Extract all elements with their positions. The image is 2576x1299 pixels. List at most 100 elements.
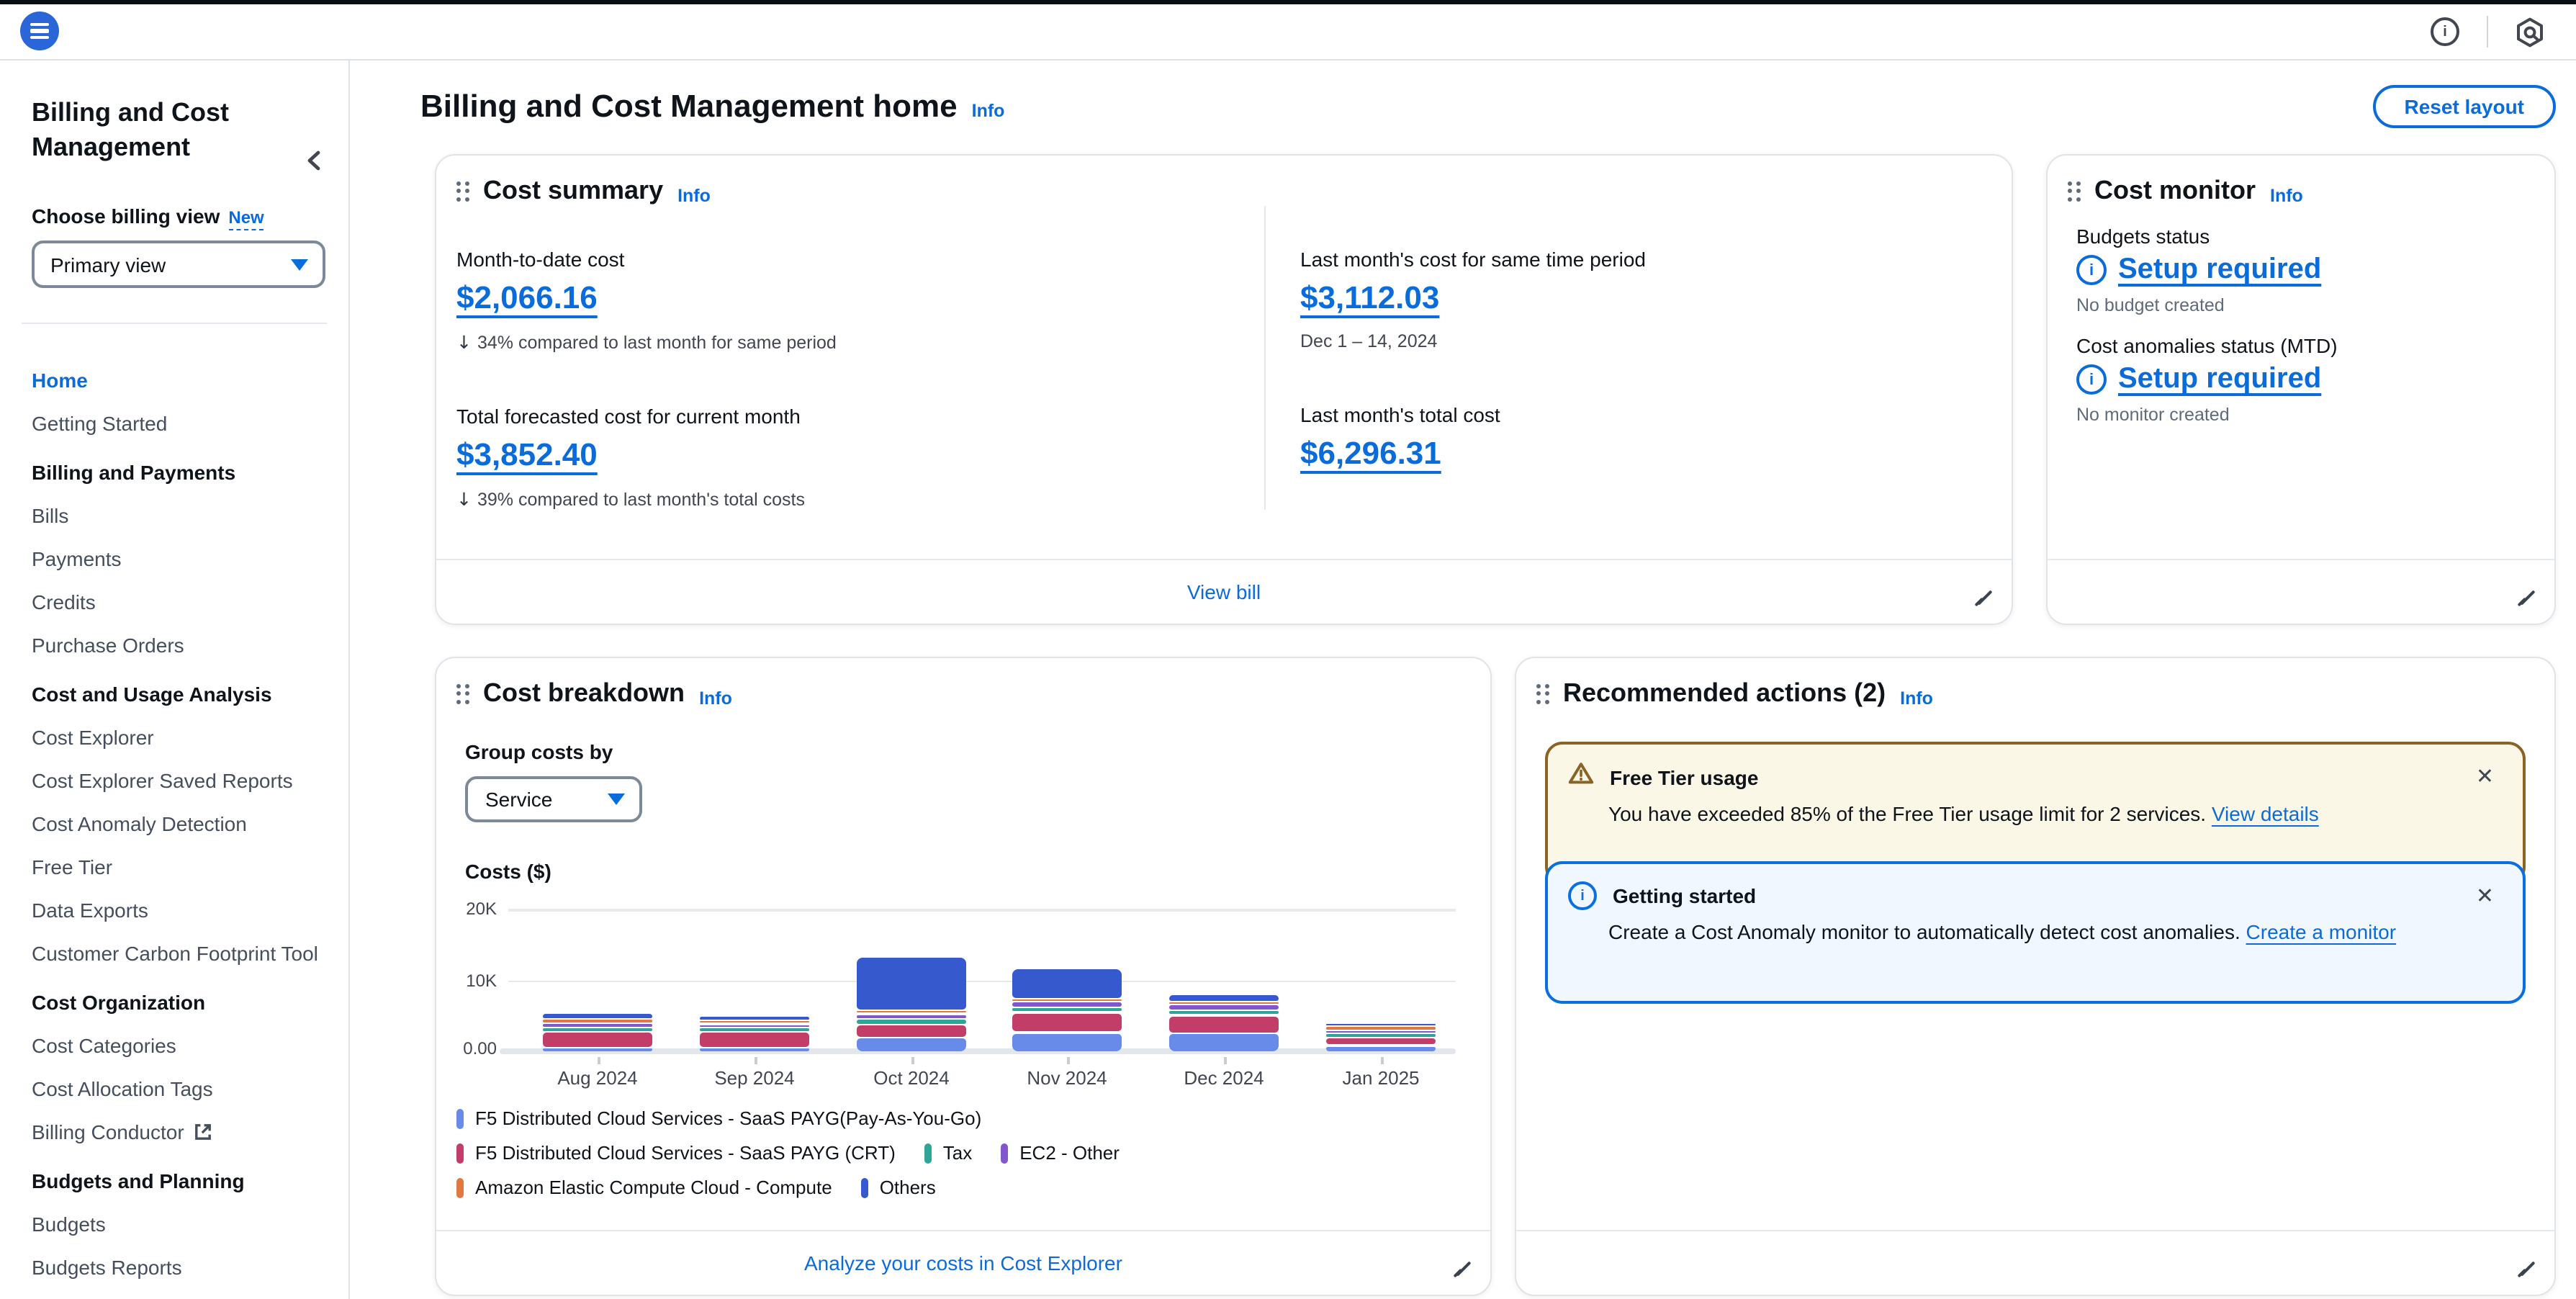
info-alert: iGetting startedCreate a Cost Anomaly mo… [1545,861,2526,1004]
analyze-costs-link[interactable]: Analyze your costs in Cost Explorer [804,1251,1122,1275]
x-tick-label: Oct 2024 [847,1067,976,1089]
y-tick-label: 20K [436,899,497,919]
anomalies-setup-required-link[interactable]: Setup required [2118,363,2321,396]
gridline-20K [508,909,1456,911]
close-icon[interactable]: ✕ [2467,881,2503,910]
segment [857,1015,966,1017]
sidebar-item-data-exports[interactable]: Data Exports [32,889,325,932]
caret-down-icon [291,259,308,270]
sidebar-item-budgets-reports[interactable]: Budgets Reports [32,1246,325,1289]
reset-layout-button[interactable]: Reset layout [2373,85,2557,128]
page-info-link[interactable]: Info [972,101,1005,121]
assistant-icon[interactable] [2516,17,2544,47]
segment [1326,1046,1436,1051]
bar-oct-2024[interactable] [857,957,966,1051]
bar-dec-2024[interactable] [1169,996,1279,1051]
sidebar-item-purchase-orders[interactable]: Purchase Orders [32,624,325,667]
y-tick-label: 0.00 [436,1038,497,1058]
segment [857,957,966,1009]
close-icon[interactable]: ✕ [2467,762,2503,791]
sidebar-item-budgets[interactable]: Budgets [32,1203,325,1246]
legend-item[interactable]: F5 Distributed Cloud Services - SaaS PAY… [456,1107,981,1129]
x-tick [1224,1057,1226,1064]
screen: i Billing and Cost Management [0,0,2576,1299]
down-arrow-icon: ↓ [456,331,472,353]
cost-breakdown-card: Cost breakdown Info Group costs by Servi… [435,657,1492,1296]
sidebar-item-billing-conductor[interactable]: Billing Conductor [32,1110,325,1154]
cost-summary-title: Cost summary [483,176,663,206]
x-tick [755,1057,757,1064]
legend-item[interactable]: EC2 - Other [1001,1142,1120,1164]
info-circle-icon: i [2076,255,2107,285]
sidebar-item-getting-started[interactable]: Getting Started [32,402,325,445]
segment [700,1025,809,1027]
sidebar-item-credits[interactable]: Credits [32,580,325,624]
forecast-value-link[interactable]: $3,852.40 [456,436,598,474]
segment [857,1038,966,1051]
sidebar-item-cost-categories[interactable]: Cost Categories [32,1024,325,1067]
group-by-select[interactable]: Service [465,776,642,822]
segment [1012,999,1122,1002]
segment [700,1033,809,1047]
cost-summary-info-link[interactable]: Info [677,185,711,205]
warning-icon [1568,762,1594,792]
sidebar-item-cost-allocation-tags[interactable]: Cost Allocation Tags [32,1067,325,1110]
last-same-period-value-link[interactable]: $3,112.03 [1300,279,1439,317]
resize-handle-icon[interactable] [2518,589,2536,606]
segment [1326,1023,1436,1025]
legend-row: F5 Distributed Cloud Services - SaaS PAY… [456,1142,1120,1164]
legend-item[interactable]: Others [861,1177,936,1198]
drag-handle-icon[interactable] [2068,181,2080,201]
drag-handle-icon[interactable] [1536,683,1549,704]
new-badge[interactable]: New [228,207,264,230]
segment [1012,1033,1122,1051]
cost-summary-card: Cost summary Info Month-to-date cost $2,… [435,154,2013,625]
topbar-utilities: i [2431,4,2576,59]
alert-action-link[interactable]: Create a monitor [2246,920,2397,943]
sidebar: Billing and Cost Management Choose billi… [0,60,350,1299]
bar-nov-2024[interactable] [1012,970,1122,1051]
sidebar-item-pricing-calculator-preview[interactable]: Pricing Calculator (Preview)New [32,1289,325,1299]
resize-handle-icon[interactable] [1976,589,1993,606]
segment [1169,1011,1279,1015]
resize-handle-icon[interactable] [2518,1260,2536,1277]
mtd-value-link[interactable]: $2,066.16 [456,279,598,317]
x-tick-label: Dec 2024 [1159,1067,1289,1089]
budgets-setup-required-link[interactable]: Setup required [2118,253,2321,287]
sidebar-nav: HomeGetting StartedBilling and PaymentsB… [32,359,325,1299]
cost-breakdown-info-link[interactable]: Info [699,688,732,708]
legend-swatch-icon [1001,1143,1008,1163]
sidebar-item-cost-explorer-saved-reports[interactable]: Cost Explorer Saved Reports [32,759,325,802]
sidebar-item-bills[interactable]: Bills [32,494,325,537]
view-bill-link[interactable]: View bill [1187,580,1261,603]
info-circle-icon: i [2076,364,2107,395]
resize-handle-icon[interactable] [1454,1260,1472,1277]
sidebar-item-free-tier[interactable]: Free Tier [32,845,325,889]
sidebar-item-home[interactable]: Home [32,359,325,402]
drag-handle-icon[interactable] [456,683,469,704]
sidebar-item-cost-anomaly-detection[interactable]: Cost Anomaly Detection [32,802,325,845]
recommended-actions-info-link[interactable]: Info [1900,688,1933,708]
collapse-sidebar-icon[interactable] [304,150,323,179]
sidebar-item-customer-carbon-footprint-tool[interactable]: Customer Carbon Footprint Tool [32,932,325,975]
y-tick-label: 10K [436,970,497,990]
cost-monitor-info-link[interactable]: Info [2270,185,2303,205]
x-tick-label: Sep 2024 [690,1067,819,1089]
alert-action-link[interactable]: View details [2212,802,2319,825]
sidebar-item-billing-and-payments: Billing and Payments [32,451,325,494]
bar-sep-2024[interactable] [700,1017,809,1051]
sidebar-item-cost-explorer[interactable]: Cost Explorer [32,716,325,759]
legend-item[interactable]: Tax [924,1142,972,1164]
bar-jan-2025[interactable] [1326,1023,1436,1051]
sidebar-item-cost-organization: Cost Organization [32,981,325,1024]
sidebar-item-payments[interactable]: Payments [32,537,325,580]
alert-message: Create a Cost Anomaly monitor to automat… [1608,920,2500,943]
drag-handle-icon[interactable] [456,181,469,201]
menu-icon[interactable] [20,12,59,50]
info-circle-icon[interactable]: i [2431,17,2459,46]
billing-view-select[interactable]: Primary view [32,241,325,288]
legend-item[interactable]: F5 Distributed Cloud Services - SaaS PAY… [456,1142,896,1164]
last-total-value-link[interactable]: $6,296.31 [1300,435,1441,472]
bar-aug-2024[interactable] [543,1014,652,1051]
legend-item[interactable]: Amazon Elastic Compute Cloud - Compute [456,1177,832,1198]
